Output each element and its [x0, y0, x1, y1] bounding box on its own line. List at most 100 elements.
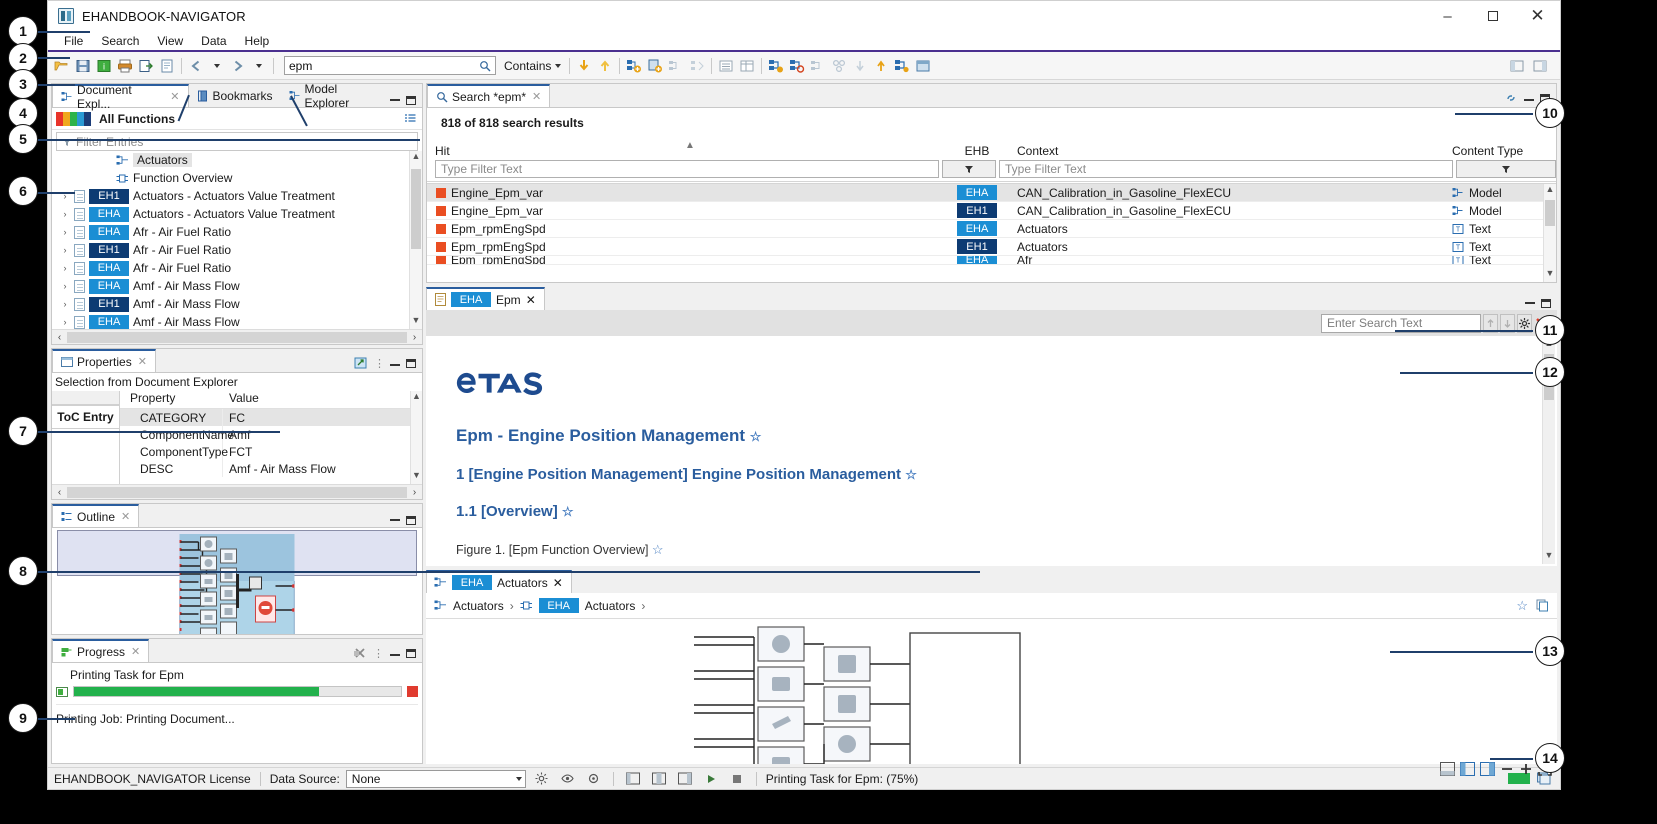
measure-icon[interactable]: [829, 56, 849, 76]
tab-search-results[interactable]: Search *epm* ✕: [427, 84, 550, 107]
tab-bookmarks[interactable]: Bookmarks: [189, 84, 281, 107]
menu-file[interactable]: File: [56, 32, 91, 50]
tree-item-row[interactable]: › EHA Actuators - Actuators Value Treatm…: [52, 205, 422, 223]
view-menu-icon[interactable]: [404, 113, 416, 125]
filter-button-ehb[interactable]: [942, 160, 996, 178]
scrollbar-thumb[interactable]: [67, 332, 407, 343]
close-icon[interactable]: ✕: [121, 510, 130, 523]
expand-arrow-icon[interactable]: ›: [60, 299, 70, 309]
model-canvas[interactable]: [426, 619, 1557, 764]
panel-left-icon[interactable]: [623, 769, 643, 789]
view-menu-icon[interactable]: ⋮: [374, 357, 384, 370]
table-icon[interactable]: [737, 56, 757, 76]
table-row[interactable]: ComponentName Amf: [120, 426, 422, 443]
table-row[interactable]: Epm_rpmEngSpd EHA Afr T Text: [427, 256, 1556, 265]
expand-arrow-icon[interactable]: ›: [60, 227, 70, 237]
filter-entries-input[interactable]: Filter Entries: [56, 132, 418, 151]
save-icon[interactable]: [73, 56, 93, 76]
zoom-out-icon[interactable]: [1500, 762, 1514, 776]
expand-arrow-icon[interactable]: ›: [60, 263, 70, 273]
tab-model-actuators[interactable]: EHA Actuators ✕: [426, 570, 572, 593]
column-header-context[interactable]: Context: [1007, 138, 1452, 158]
menu-view[interactable]: View: [149, 32, 191, 50]
expand-arrow-icon[interactable]: ›: [60, 281, 70, 291]
upload-icon[interactable]: [595, 56, 615, 76]
scroll-down-icon[interactable]: ▼: [1543, 550, 1555, 564]
properties-tab-toc-entry[interactable]: ToC Entry: [52, 405, 119, 429]
scroll-right-icon[interactable]: ›: [407, 332, 422, 343]
stop-task-button[interactable]: [407, 686, 418, 697]
maximize-view-icon[interactable]: [406, 649, 416, 658]
tree-item-row[interactable]: › EH1 Afr - Air Fuel Ratio: [52, 241, 422, 259]
minimize-view-icon[interactable]: [390, 99, 400, 101]
maximize-view-icon[interactable]: [1541, 299, 1551, 308]
maximize-button[interactable]: [1470, 1, 1515, 31]
pin-icon[interactable]: [584, 769, 604, 789]
gear-icon[interactable]: [532, 769, 552, 789]
scroll-left-icon[interactable]: ‹: [52, 332, 67, 343]
save-info-icon[interactable]: i: [94, 56, 114, 76]
tree-item-row[interactable]: › EH1 Amf - Air Mass Flow: [52, 295, 422, 313]
table-row[interactable]: Epm_rpmEngSpd EH1 Actuators T Text: [427, 238, 1556, 256]
breadcrumb-item-0[interactable]: Actuators: [453, 599, 504, 613]
scroll-left-icon[interactable]: ‹: [52, 487, 67, 498]
remove-model-icon[interactable]: [666, 56, 686, 76]
menu-help[interactable]: Help: [237, 32, 278, 50]
close-icon[interactable]: ✕: [532, 90, 541, 103]
tab-outline[interactable]: Outline ✕: [52, 504, 139, 527]
global-search-input[interactable]: epm: [284, 56, 496, 75]
favorite-star-icon[interactable]: ☆: [1516, 598, 1528, 614]
minimize-view-icon[interactable]: [1524, 99, 1534, 101]
filter-input-hit[interactable]: Type Filter Text: [435, 160, 939, 178]
scroll-up-icon[interactable]: ▲: [411, 391, 422, 405]
stop-icon[interactable]: [727, 769, 747, 789]
model-plain-icon[interactable]: [808, 56, 828, 76]
expand-arrow-icon[interactable]: ›: [60, 209, 70, 219]
download-icon[interactable]: [574, 56, 594, 76]
tree-vertical-scrollbar[interactable]: ▲ ▼: [409, 151, 422, 329]
favorite-star-icon[interactable]: ☆: [905, 467, 917, 482]
print-icon[interactable]: [115, 56, 135, 76]
tree-item-row[interactable]: › EHA Amf - Air Mass Flow: [52, 313, 422, 329]
close-icon[interactable]: ✕: [138, 355, 147, 368]
scrollbar-thumb[interactable]: [67, 487, 407, 498]
tab-document-epm[interactable]: EHA Epm ✕: [426, 287, 545, 310]
scroll-down-icon[interactable]: ▼: [410, 315, 422, 329]
minimize-view-icon[interactable]: [1525, 302, 1535, 304]
tree-item-row[interactable]: › EH1 Actuators - Actuators Value Treatm…: [52, 187, 422, 205]
forward-arrow-icon[interactable]: [228, 56, 248, 76]
tree-horizontal-scrollbar[interactable]: ‹ ›: [52, 329, 422, 344]
window-icon[interactable]: [913, 56, 933, 76]
forward-dropdown-icon[interactable]: [249, 56, 269, 76]
play-icon[interactable]: [701, 769, 721, 789]
menu-search[interactable]: Search: [93, 32, 147, 50]
expand-arrow-icon[interactable]: ›: [60, 317, 70, 327]
tree-item-row[interactable]: › EHA Amf - Air Mass Flow: [52, 277, 422, 295]
favorite-star-icon[interactable]: ☆: [750, 429, 762, 444]
perspective-icon[interactable]: [1507, 56, 1527, 76]
view-menu-icon[interactable]: ⋮: [373, 647, 384, 660]
results-vertical-scrollbar[interactable]: ▲ ▼: [1543, 184, 1556, 282]
layout-2-icon[interactable]: [1460, 762, 1475, 776]
data-source-select[interactable]: None: [346, 770, 526, 788]
table-row[interactable]: Epm_rpmEngSpd EHA Actuators T Text: [427, 220, 1556, 238]
pin-view-icon[interactable]: [354, 356, 368, 370]
back-arrow-icon[interactable]: [186, 56, 206, 76]
scrollbar-thumb[interactable]: [1545, 200, 1555, 226]
search-results-list[interactable]: Engine_Epm_var EHA CAN_Calibration_in_Ga…: [427, 184, 1556, 282]
document-tree[interactable]: Actuators Function Overview › EH1: [52, 151, 422, 329]
column-header-content-type[interactable]: Content Type: [1452, 138, 1556, 158]
menu-data[interactable]: Data: [193, 32, 234, 50]
properties-horizontal-scrollbar[interactable]: ‹ ›: [52, 484, 422, 499]
maximize-view-icon[interactable]: [406, 359, 416, 368]
minimize-view-icon[interactable]: [390, 519, 400, 521]
tab-document-explorer[interactable]: Document Expl... ✕: [52, 84, 189, 107]
eye-icon[interactable]: [558, 769, 578, 789]
properties-vertical-scrollbar[interactable]: ▲ ▼: [410, 391, 422, 484]
table-row[interactable]: Engine_Epm_var EHA CAN_Calibration_in_Ga…: [427, 184, 1556, 202]
table-row[interactable]: CATEGORY FC: [120, 409, 422, 426]
scroll-up-icon[interactable]: ▲: [1544, 184, 1556, 198]
tree-item-row[interactable]: › EHA Afr - Air Fuel Ratio: [52, 223, 422, 241]
clear-progress-icon[interactable]: [353, 646, 367, 660]
list-icon[interactable]: [716, 56, 736, 76]
